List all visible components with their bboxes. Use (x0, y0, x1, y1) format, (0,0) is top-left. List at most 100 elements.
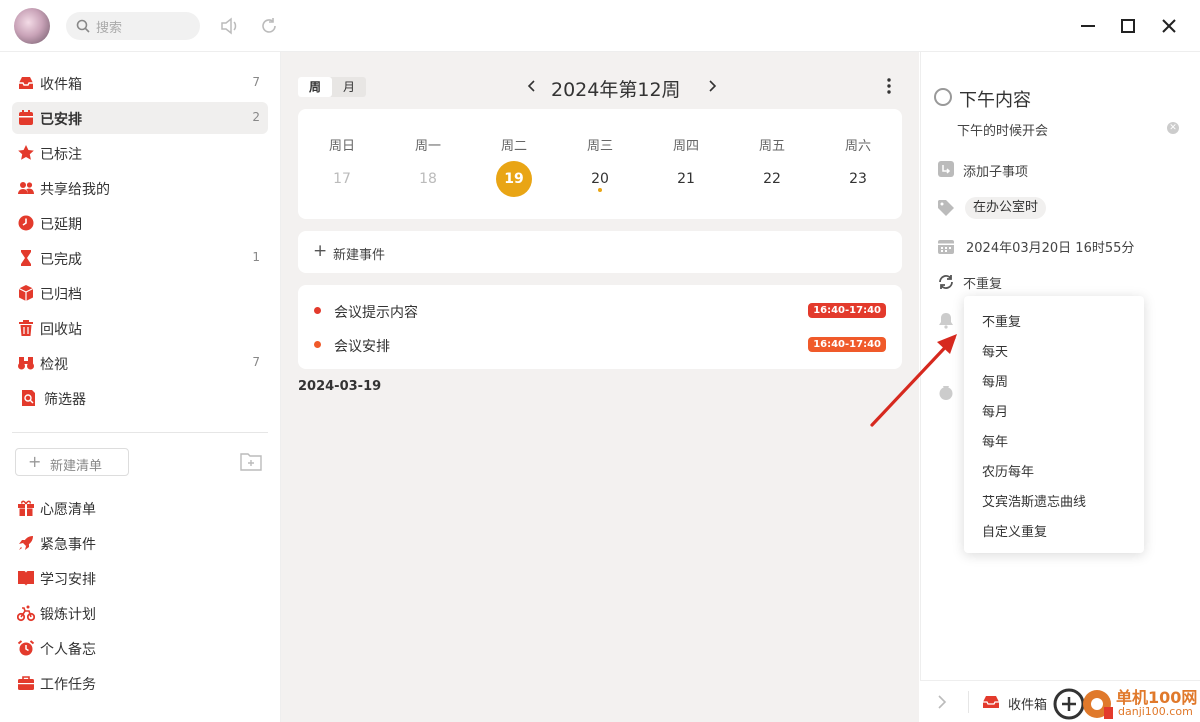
chevron-right-icon[interactable] (936, 695, 948, 709)
star-icon (18, 145, 34, 160)
sidebar-item-completed[interactable]: 已完成 1 (12, 242, 268, 274)
event-item[interactable]: 会议提示内容 16:40-17:40 (298, 295, 902, 325)
day-date[interactable]: 21 (668, 161, 704, 197)
sidebar-list-personal[interactable]: 个人备忘 (12, 632, 268, 664)
day-date-today[interactable]: 19 (496, 161, 532, 197)
add-subtask-button[interactable]: 添加子事项 (963, 161, 1028, 180)
refresh-icon[interactable] (258, 15, 280, 37)
repeat-dropdown: 不重复 每天 每周 每月 每年 农历每年 艾宾浩斯遗忘曲线 自定义重复 (964, 296, 1144, 553)
sidebar-item-scheduled[interactable]: 已安排 2 (12, 102, 268, 134)
top-bar: 搜索 (0, 0, 1200, 52)
repeat-option-yearly[interactable]: 每年 (964, 425, 1144, 455)
sidebar-list-exercise[interactable]: 锻炼计划 (12, 597, 268, 629)
tab-week[interactable]: 周 (298, 77, 332, 97)
repeat-option-weekly[interactable]: 每周 (964, 365, 1144, 395)
speaker-icon[interactable] (218, 15, 240, 37)
repeat-option-daily[interactable]: 每天 (964, 335, 1144, 365)
repeat-option-custom[interactable]: 自定义重复 (964, 515, 1144, 545)
hourglass-icon (21, 250, 31, 266)
calendar-main: 周 月 2024年第12周 周日 17 周一 18 周二 19 周三 20 周四… (281, 52, 919, 722)
search-input[interactable]: 搜索 (96, 17, 122, 36)
task-title[interactable]: 下午内容 (959, 86, 1031, 112)
next-week-button[interactable] (705, 79, 719, 93)
box-icon (18, 285, 34, 301)
tab-month[interactable]: 月 (332, 77, 366, 97)
plus-icon: + (313, 241, 328, 261)
sidebar-item-trash[interactable]: 回收站 (12, 312, 268, 344)
rocket-icon (19, 536, 33, 550)
gift-icon (18, 500, 34, 516)
search-icon (76, 19, 90, 33)
repeat-icon (939, 275, 953, 289)
bell-icon[interactable] (937, 311, 955, 329)
repeat-option-lunar-yearly[interactable]: 农历每年 (964, 455, 1144, 485)
sidebar: 收件箱 7 已安排 2 已标注 共享给我的 已延期 已完成 1 已归档 回收站 … (0, 52, 281, 722)
day-date[interactable]: 18 (410, 161, 446, 197)
new-folder-icon[interactable] (240, 451, 262, 471)
trash-icon (19, 320, 33, 336)
event-list: 会议提示内容 16:40-17:40 会议安排 16:40-17:40 (298, 285, 902, 369)
list-selector[interactable]: 收件箱 (1008, 694, 1047, 713)
new-list-button[interactable]: + 新建清单 (15, 448, 129, 476)
book-icon (18, 571, 34, 586)
more-options-icon[interactable] (885, 76, 893, 96)
sidebar-item-archived[interactable]: 已归档 (12, 277, 268, 309)
tag-icon (938, 200, 954, 216)
sidebar-list-wishlist[interactable]: 心愿清单 (12, 492, 268, 524)
sidebar-divider (12, 432, 268, 433)
plus-icon: + (28, 452, 42, 471)
complete-checkbox[interactable] (934, 88, 952, 106)
watermark: 单机100网 danji100.com (1052, 683, 1200, 722)
sidebar-list-work[interactable]: 工作任务 (12, 667, 268, 699)
watermark-logo (1053, 688, 1113, 720)
subtask-icon (938, 161, 954, 177)
sidebar-item-shared[interactable]: 共享给我的 (12, 172, 268, 204)
week-title: 2024年第12周 (551, 79, 681, 101)
sidebar-list-study[interactable]: 学习安排 (12, 562, 268, 594)
day-date[interactable]: 23 (840, 161, 876, 197)
binoculars-icon (18, 357, 34, 370)
date-header: 2024-03-19 (298, 379, 382, 394)
sidebar-item-filters[interactable]: 筛选器 (12, 382, 268, 414)
inbox-icon (983, 696, 999, 708)
filter-doc-icon (22, 390, 35, 406)
avatar[interactable] (14, 8, 50, 44)
due-datetime[interactable]: 2024年03月20日 16时55分 (966, 237, 1134, 256)
bicycle-icon (17, 605, 35, 622)
sidebar-item-starred[interactable]: 已标注 (12, 137, 268, 169)
search-box[interactable]: 搜索 (66, 12, 200, 40)
sidebar-item-inbox[interactable]: 收件箱 7 (12, 67, 268, 99)
event-time-badge: 16:40-17:40 (808, 303, 886, 318)
minimize-button[interactable] (1076, 14, 1100, 38)
repeat-option-ebbinghaus[interactable]: 艾宾浩斯遗忘曲线 (964, 485, 1144, 515)
prev-week-button[interactable] (525, 79, 539, 93)
inbox-icon (19, 77, 33, 89)
users-icon (18, 182, 34, 194)
alarm-clock-icon (17, 640, 35, 656)
tag-chip[interactable]: 在办公室时 (965, 197, 1047, 219)
event-dot (314, 307, 321, 314)
task-note[interactable]: 下午的时候开会 (957, 120, 1048, 139)
day-date[interactable]: 22 (754, 161, 790, 197)
sidebar-item-review[interactable]: 检视 7 (12, 347, 268, 379)
briefcase-icon (18, 676, 34, 690)
repeat-option-none[interactable]: 不重复 (964, 305, 1144, 335)
calendar-icon (19, 110, 33, 125)
repeat-setting[interactable]: 不重复 (963, 273, 1002, 292)
sidebar-item-postponed[interactable]: 已延期 (12, 207, 268, 239)
new-event-button[interactable]: + 新建事件 (298, 231, 902, 273)
event-item[interactable]: 会议安排 16:40-17:40 (298, 329, 902, 359)
day-date[interactable]: 17 (324, 161, 360, 197)
watermark-url: danji100.com (1118, 705, 1193, 718)
clock-icon (18, 215, 34, 231)
repeat-option-monthly[interactable]: 每月 (964, 395, 1144, 425)
week-strip: 周日 17 周一 18 周二 19 周三 20 周四 21 周五 22 周六 2… (298, 109, 902, 219)
calendar-icon (938, 240, 954, 254)
close-button[interactable] (1157, 14, 1181, 38)
annotation-arrow (870, 334, 957, 427)
clear-note-icon[interactable]: ✕ (1167, 122, 1179, 134)
maximize-button[interactable] (1116, 14, 1140, 38)
sidebar-list-urgent[interactable]: 紧急事件 (12, 527, 268, 559)
event-indicator-dot (598, 188, 602, 192)
bottom-separator (968, 691, 969, 713)
